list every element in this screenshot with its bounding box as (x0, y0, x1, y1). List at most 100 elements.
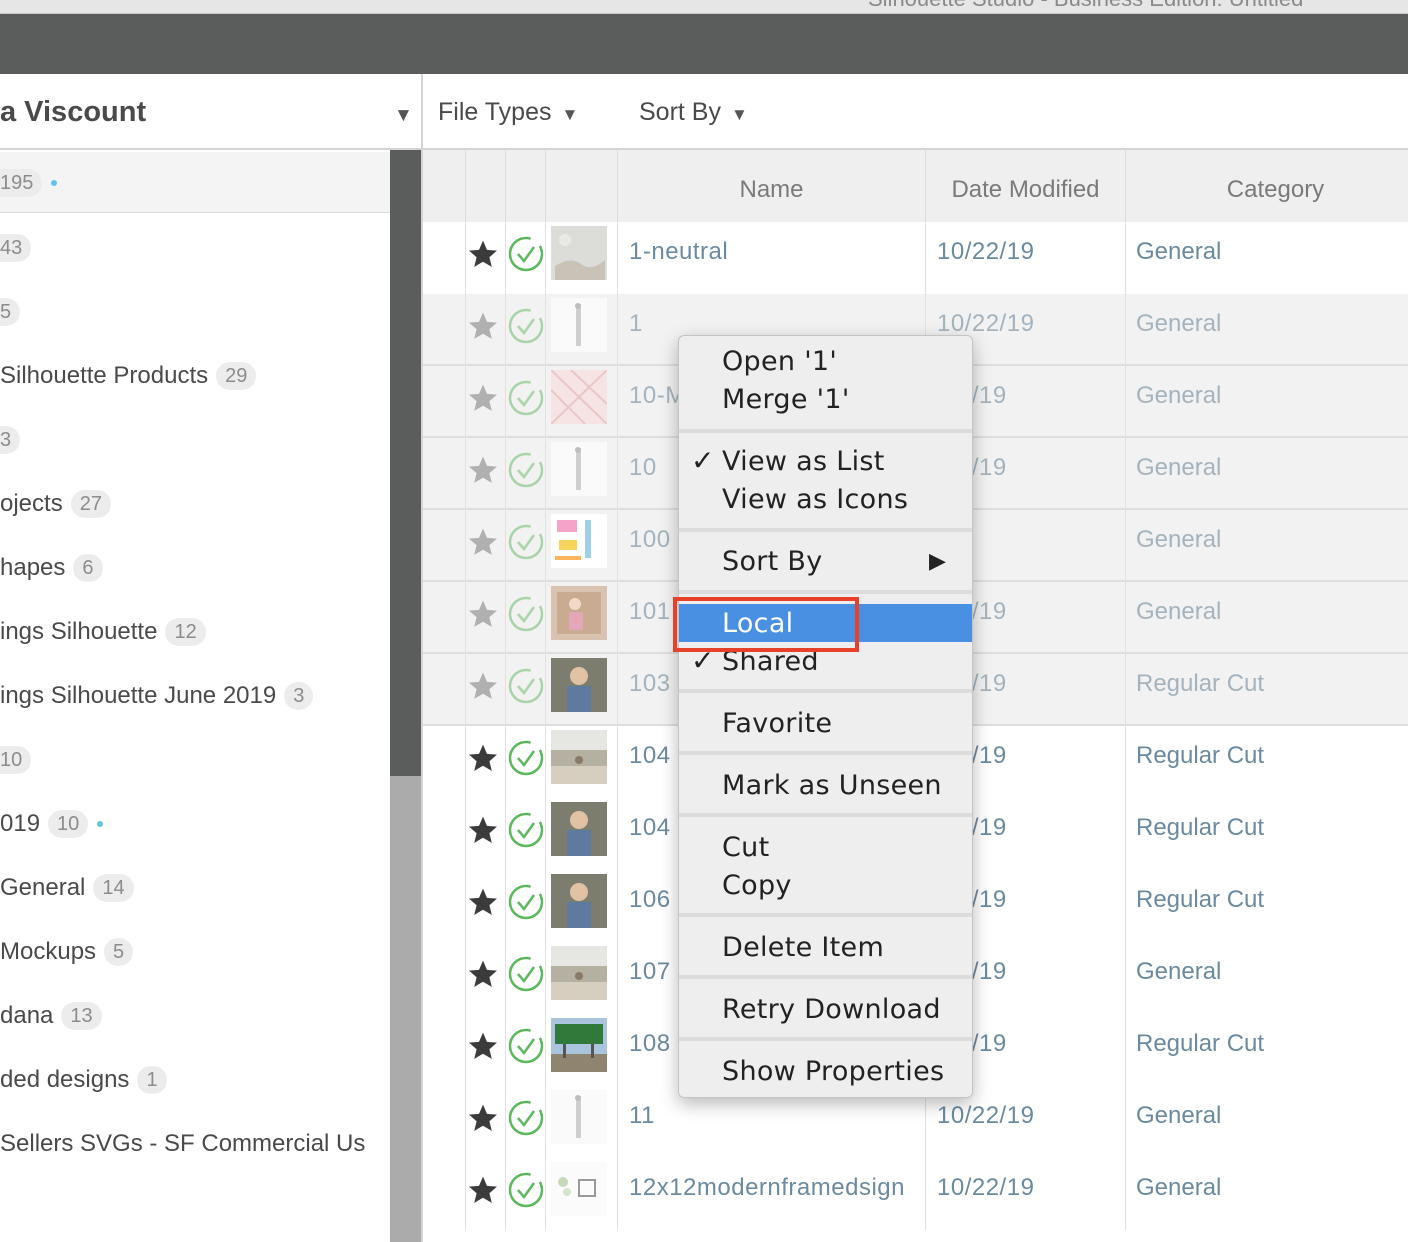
photo-image (551, 586, 607, 640)
sidebar-item-label: ings Silhouette (0, 618, 158, 645)
library-name: a Viscount (0, 96, 147, 128)
file-category: General (1136, 382, 1222, 409)
file-category: General (1136, 958, 1222, 985)
file-category: Regular Cut (1136, 814, 1265, 841)
menu-separator (679, 813, 972, 817)
sidebar-item[interactable]: 3 (0, 423, 21, 457)
top-toolbar (0, 14, 1408, 74)
context-menu: Open '1' Merge '1' ✓ View as List View a… (678, 335, 973, 1098)
sidebar-item[interactable]: 10 (0, 743, 32, 777)
sidebar-item[interactable]: ded designs 1 (0, 1063, 167, 1097)
file-name: 103 (629, 670, 671, 697)
menu-item-favorite[interactable]: Favorite (722, 708, 832, 739)
favorite-column-header[interactable] (465, 150, 505, 222)
favorite-star-icon[interactable] (467, 742, 499, 774)
menu-item-sort-by[interactable]: Sort By (722, 546, 823, 577)
favorite-star-icon[interactable] (467, 1030, 499, 1062)
sidebar-item[interactable]: hapes 6 (0, 551, 103, 585)
sidebar-item[interactable]: Mockups 5 (0, 935, 134, 969)
count-badge: 5 (0, 298, 21, 326)
name-column-header[interactable]: Name (617, 150, 925, 222)
menu-item-delete-item[interactable]: Delete Item (722, 932, 884, 963)
file-category: Regular Cut (1136, 886, 1265, 913)
column-header: Name Date Modified Category (423, 150, 1408, 222)
favorite-star-icon[interactable] (467, 1174, 499, 1206)
sidebar-item[interactable]: dana 13 (0, 999, 102, 1033)
menu-item-view-as-icons[interactable]: View as Icons (722, 484, 908, 515)
menu-item-open[interactable]: Open '1' (722, 346, 837, 377)
count-badge: 5 (104, 938, 134, 966)
sort-by-dropdown[interactable]: Sort By ▼ (639, 98, 748, 127)
new-dot-icon (51, 180, 58, 186)
synced-check-icon (508, 236, 544, 272)
sidebar-item[interactable]: ojects 27 (0, 487, 111, 521)
synced-check-icon (508, 452, 544, 488)
sidebar-item[interactable]: 019 10 (0, 807, 104, 841)
sidebar-selected-row[interactable]: 195 (0, 152, 390, 213)
landscape-image (551, 946, 607, 1000)
count-badge: 13 (61, 1002, 102, 1030)
menu-separator (679, 590, 972, 594)
landscape-image (551, 730, 607, 784)
sidebar-scroll-thumb[interactable] (390, 150, 421, 776)
favorite-star-icon[interactable] (467, 1102, 499, 1134)
menu-separator (679, 913, 972, 917)
category-column-header[interactable]: Category (1125, 150, 1408, 222)
table-row[interactable]: 1-neutral 10/22/19 General (423, 222, 1408, 294)
menu-item-merge[interactable]: Merge '1' (722, 384, 850, 415)
menu-item-retry-download[interactable]: Retry Download (722, 994, 941, 1025)
sidebar-item[interactable]: Silhouette Products 29 (0, 359, 257, 393)
sketch-image (551, 298, 607, 352)
count-badge: 43 (0, 234, 32, 262)
window-title: Silhouette Studio - Business Edition: Un… (868, 0, 1303, 12)
favorite-star-icon[interactable] (467, 310, 499, 342)
texture-image (551, 226, 607, 280)
file-name: 100 (629, 526, 671, 553)
menu-item-mark-as-unseen[interactable]: Mark as Unseen (722, 770, 942, 801)
menu-item-show-properties[interactable]: Show Properties (722, 1056, 944, 1087)
file-category: General (1136, 238, 1222, 265)
file-name: 12x12modernframedsign (629, 1174, 905, 1201)
favorite-star-icon[interactable] (467, 814, 499, 846)
sidebar-item[interactable]: 43 (0, 231, 32, 265)
sidebar-item-label: General (0, 874, 86, 901)
menu-separator (679, 751, 972, 755)
synced-check-icon (508, 956, 544, 992)
sidebar-item[interactable]: ings Silhouette June 2019 3 (0, 679, 314, 713)
library-header[interactable]: a Viscount ▼ (0, 74, 421, 150)
status-column-header[interactable] (505, 150, 545, 222)
file-name: 107 (629, 958, 671, 985)
menu-item-cut[interactable]: Cut (722, 832, 769, 863)
sidebar-item[interactable]: General 14 (0, 871, 134, 905)
favorite-star-icon[interactable] (467, 382, 499, 414)
menu-item-view-as-list[interactable]: View as List (722, 446, 885, 477)
file-category: General (1136, 454, 1222, 481)
file-types-dropdown[interactable]: File Types ▼ (438, 98, 578, 127)
favorite-star-icon[interactable] (467, 454, 499, 486)
favorite-star-icon[interactable] (467, 958, 499, 990)
synced-check-icon (508, 524, 544, 560)
sidebar-item-label: dana (0, 1002, 54, 1029)
favorite-star-icon[interactable] (467, 598, 499, 630)
file-category: General (1136, 526, 1222, 553)
table-row[interactable]: 12x12modernframedsign 10/22/19 General (423, 1158, 1408, 1230)
favorite-star-icon[interactable] (467, 238, 499, 270)
chevron-down-icon[interactable]: ▼ (394, 105, 413, 127)
file-name: 108 (629, 1030, 671, 1057)
favorite-star-icon[interactable] (467, 526, 499, 558)
portrait-image (551, 802, 607, 856)
library-sidebar: a Viscount ▼ 195 43 5 Silhouette Products… (0, 74, 423, 1242)
menu-separator (679, 975, 972, 979)
sidebar-item[interactable]: Sellers SVGs - SF Commercial Us (0, 1127, 373, 1161)
favorite-star-icon[interactable] (467, 670, 499, 702)
thumbnail-column-header[interactable] (545, 150, 617, 222)
file-date: 10/22/19 (937, 238, 1035, 265)
menu-item-copy[interactable]: Copy (722, 870, 792, 901)
sidebar-item[interactable]: 5 (0, 295, 21, 329)
file-category: Regular Cut (1136, 670, 1265, 697)
file-category: Regular Cut (1136, 742, 1265, 769)
date-column-header[interactable]: Date Modified (925, 150, 1125, 222)
favorite-star-icon[interactable] (467, 886, 499, 918)
file-name: 1 (629, 310, 643, 337)
sidebar-item[interactable]: ings Silhouette 12 (0, 615, 206, 649)
